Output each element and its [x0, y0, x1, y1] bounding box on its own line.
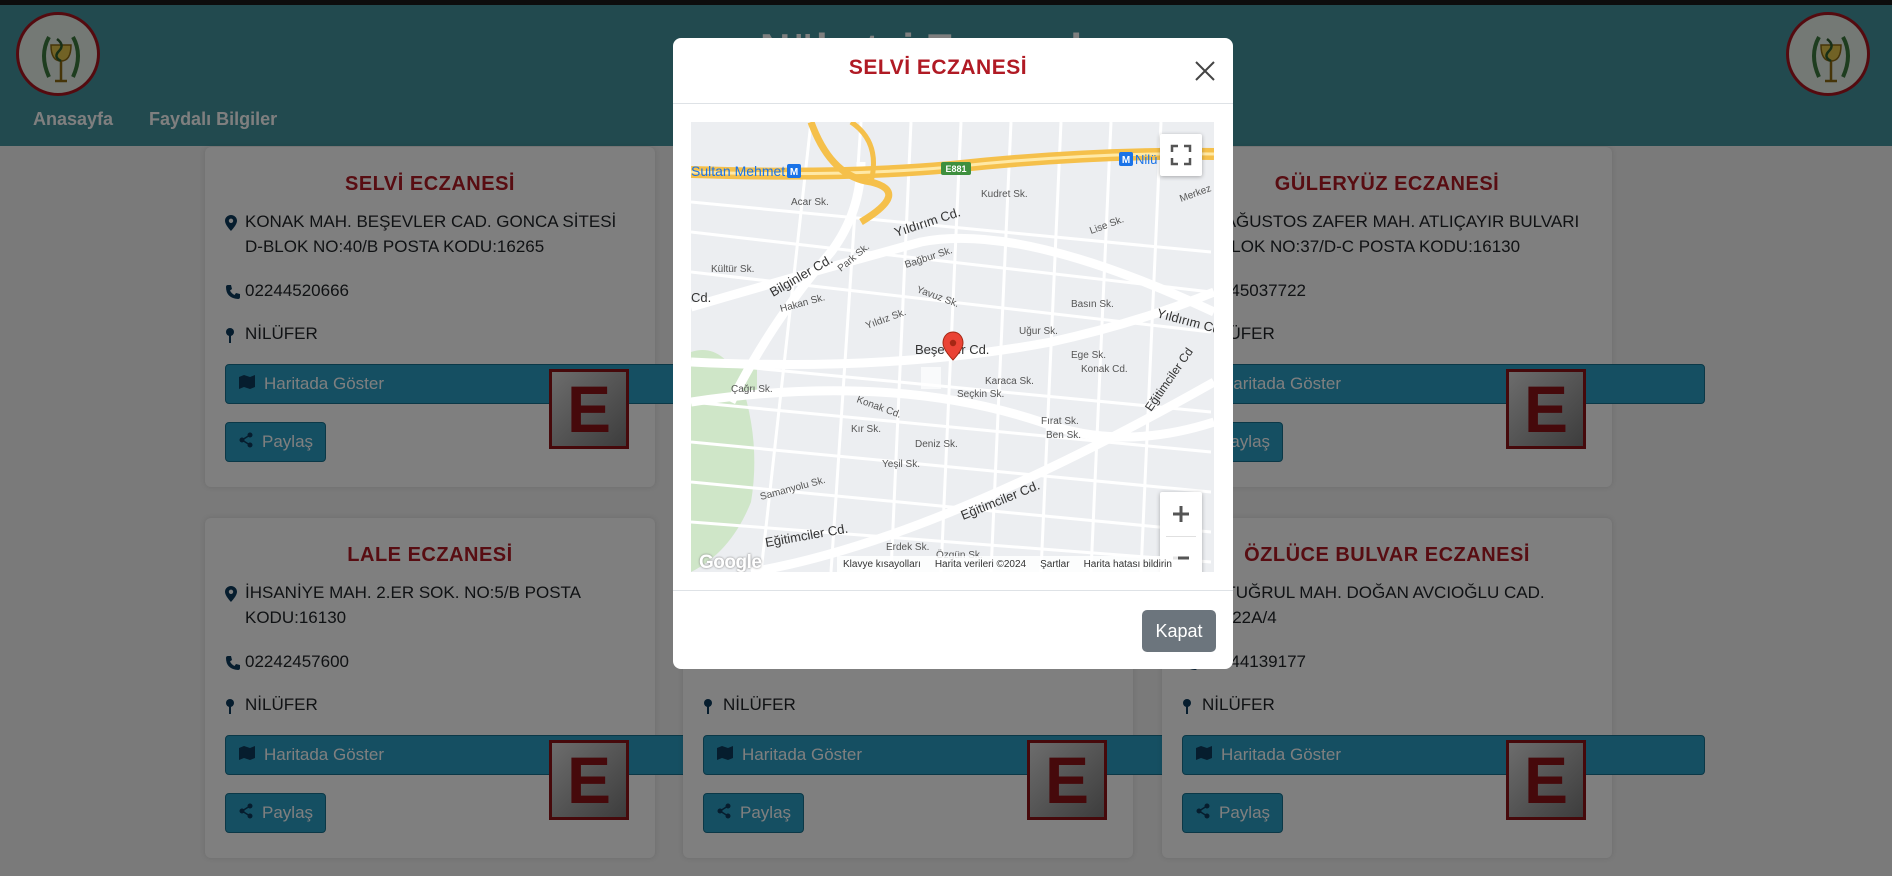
svg-text:Cd.: Cd. [691, 290, 711, 305]
svg-text:Hakan Sk.: Hakan Sk. [779, 292, 826, 315]
svg-text:Kültür Sk.: Kültür Sk. [711, 264, 754, 275]
svg-text:Seçkin Sk.: Seçkin Sk. [957, 389, 1004, 400]
svg-text:M: M [790, 167, 798, 178]
google-logo[interactable]: Google [699, 552, 762, 572]
close-button[interactable]: Kapat [1142, 610, 1216, 652]
terms-link[interactable]: Şartlar [1040, 559, 1069, 570]
svg-text:Deniz Sk.: Deniz Sk. [915, 439, 958, 450]
modal-title: SELVİ ECZANESİ [848, 56, 1028, 79]
svg-text:Çağrı Sk.: Çağrı Sk. [731, 384, 773, 395]
zoom-in-button[interactable] [1160, 493, 1202, 536]
svg-text:Sultan Mehmet: Sultan Mehmet [691, 163, 785, 179]
svg-text:Fırat Sk.: Fırat Sk. [1041, 416, 1079, 427]
svg-text:Ege Sk.: Ege Sk. [1071, 350, 1106, 361]
map-data-credit: Harita verileri ©2024 [934, 558, 1027, 570]
fullscreen-button[interactable] [1160, 134, 1202, 176]
svg-text:E881: E881 [945, 164, 966, 174]
svg-text:M: M [1122, 155, 1130, 166]
svg-text:Kudret Sk.: Kudret Sk. [981, 189, 1028, 200]
svg-text:Merkez: Merkez [1178, 183, 1213, 205]
svg-text:Samanyolu Sk.: Samanyolu Sk. [759, 475, 827, 503]
svg-text:Yeşil Sk.: Yeşil Sk. [882, 459, 920, 470]
svg-text:Uğur Sk.: Uğur Sk. [1019, 326, 1058, 337]
map-footer: Klavye kısayolları Harita verileri ©2024… [837, 556, 1178, 572]
svg-text:Ben Sk.: Ben Sk. [1046, 430, 1081, 441]
svg-text:Erdek Sk.: Erdek Sk. [886, 542, 929, 553]
svg-text:Eğitimciler Cd.: Eğitimciler Cd. [764, 521, 849, 550]
map-modal: SELVİ ECZANESİ E881 M Sultan Mehmet M Ni… [673, 38, 1233, 669]
fullscreen-icon [1170, 144, 1192, 166]
svg-text:Karaca Sk.: Karaca Sk. [985, 376, 1034, 387]
close-icon[interactable] [1190, 56, 1220, 86]
svg-text:Acar Sk.: Acar Sk. [791, 197, 829, 208]
modal-footer-divider [673, 590, 1233, 591]
plus-icon [1173, 506, 1189, 522]
svg-text:Konak Cd.: Konak Cd. [855, 394, 903, 420]
map-view[interactable]: E881 M Sultan Mehmet M Nilü Yıldırım Cd.… [691, 122, 1214, 572]
svg-text:Basın Sk.: Basın Sk. [1071, 299, 1114, 310]
svg-text:Kır Sk.: Kır Sk. [851, 424, 881, 435]
keyboard-shortcuts-link[interactable]: Klavye kısayolları [843, 559, 921, 570]
report-error-link[interactable]: Harita hatası bildirin [1084, 559, 1172, 570]
modal-header-divider [673, 103, 1233, 104]
svg-text:Konak Cd.: Konak Cd. [1081, 364, 1128, 375]
svg-text:Nilü: Nilü [1135, 152, 1157, 167]
